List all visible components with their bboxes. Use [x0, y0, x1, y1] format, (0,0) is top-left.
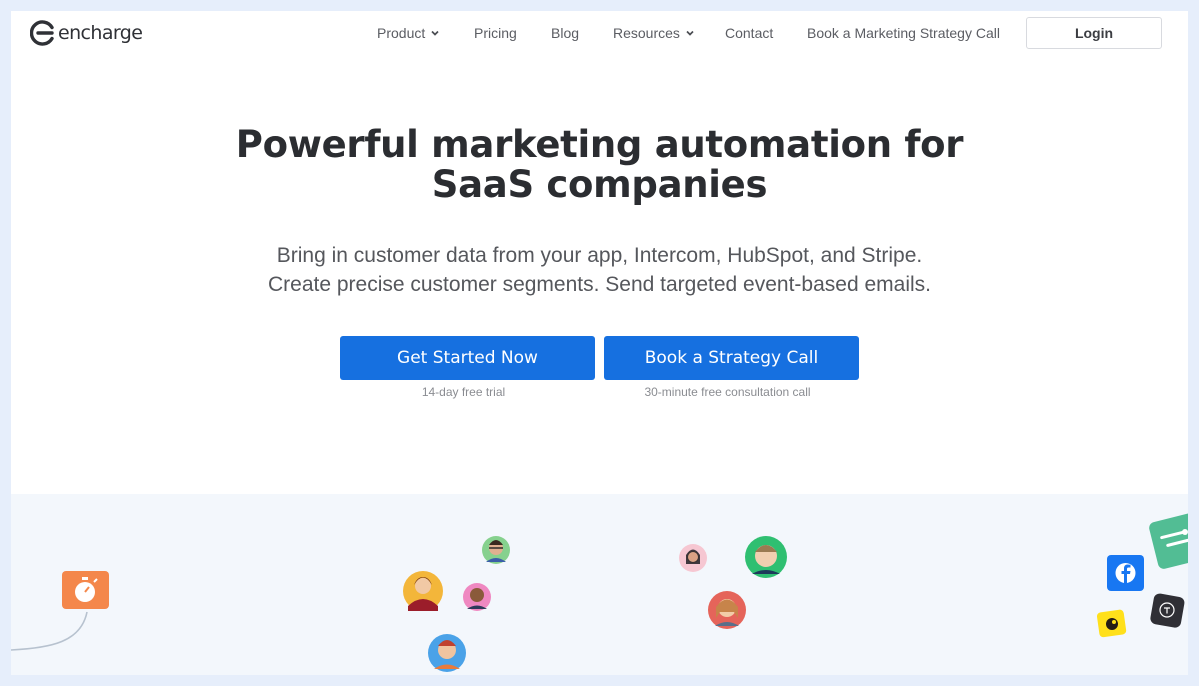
avatar-man-teal [745, 536, 787, 578]
avatar-woman-pink [679, 544, 707, 572]
nav-label: Book a Marketing Strategy Call [807, 25, 1000, 41]
hero-subtitle: Bring in customer data from your app, In… [11, 241, 1188, 299]
flow-connector [11, 611, 88, 651]
nav-item-product[interactable]: Product [377, 23, 440, 43]
login-button[interactable]: Login [1026, 17, 1162, 49]
nav-item-pricing[interactable]: Pricing [474, 23, 517, 43]
nav-item-contact[interactable]: Contact [725, 23, 773, 43]
nav-label: Resources [613, 25, 680, 41]
nav-label: Product [377, 25, 426, 41]
nav-label: Pricing [474, 25, 517, 41]
facebook-icon [1107, 555, 1144, 591]
consultation-note: 30-minute free consultation call [644, 385, 811, 399]
nav-item-blog[interactable]: Blog [551, 23, 579, 43]
avatar-woman-yellow [403, 571, 443, 611]
avatar-man-blue [428, 634, 466, 672]
stopwatch-icon [62, 571, 109, 609]
nav-item-book-call[interactable]: Book a Marketing Strategy Call [807, 23, 1000, 43]
illustration-canvas [11, 513, 1188, 672]
get-started-button[interactable]: Get Started Now [340, 336, 595, 380]
typeform-icon [1150, 593, 1185, 628]
encharge-logo[interactable]: encharge [30, 19, 143, 47]
chevron-down-icon [431, 30, 439, 36]
free-trial-note: 14-day free trial [421, 385, 506, 399]
hero-title-line-1: Powerful marketing automation for [235, 123, 964, 166]
segment-icon [1149, 513, 1188, 569]
nav-label: Contact [725, 25, 774, 41]
avatar-woman-red [708, 591, 746, 629]
encharge-logo-icon [30, 20, 54, 46]
nav-item-resources[interactable]: Resources [613, 23, 695, 43]
chevron-down-icon [686, 30, 694, 36]
landing-page: encharge Product Pricing Blog Resources … [11, 11, 1188, 675]
integrations-illustration [11, 494, 1188, 675]
hero-title: Powerful marketing automation for SaaS c… [11, 125, 1188, 205]
hero-subtitle-line-1: Bring in customer data from your app, In… [276, 244, 923, 267]
brand-name: encharge [58, 22, 143, 44]
book-strategy-call-button[interactable]: Book a Strategy Call [604, 336, 859, 380]
nav-label: Blog [551, 25, 580, 41]
hero-title-line-2: SaaS companies [431, 163, 768, 206]
avatar-man-green [482, 536, 510, 564]
mailchimp-icon [1096, 609, 1127, 638]
hero-subtitle-line-2: Create precise customer segments. Send t… [267, 273, 931, 296]
avatar-man-pink [463, 583, 491, 611]
